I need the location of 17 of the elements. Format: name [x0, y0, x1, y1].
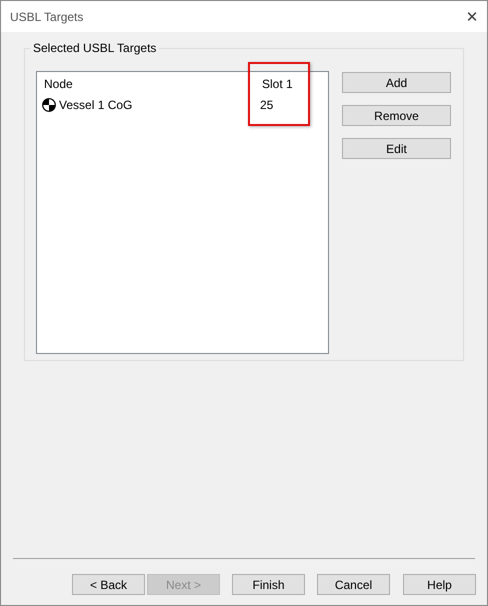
table-cell: Vessel 1 CoG: [59, 98, 132, 112]
wizard-button[interactable]: Finish: [232, 574, 305, 595]
action-button[interactable]: Add: [342, 72, 451, 93]
column-header[interactable]: Node: [37, 77, 254, 91]
wizard-button[interactable]: Cancel: [317, 574, 390, 595]
action-button[interactable]: Edit: [342, 138, 451, 159]
wizard-button[interactable]: < Back: [72, 574, 145, 595]
window-title: USBL Targets: [10, 10, 84, 24]
close-button[interactable]: ✕: [457, 2, 487, 30]
column-header[interactable]: Slot 1: [254, 77, 293, 91]
highlight-box: [248, 62, 310, 126]
wizard-button[interactable]: Help: [403, 574, 476, 595]
target-icon: [42, 98, 56, 112]
table-cell-text: 25: [259, 98, 274, 112]
action-button[interactable]: Remove: [342, 105, 451, 126]
list-row[interactable]: Vessel 1 CoG 25: [37, 96, 328, 114]
group-title: Selected USBL Targets: [30, 41, 160, 55]
